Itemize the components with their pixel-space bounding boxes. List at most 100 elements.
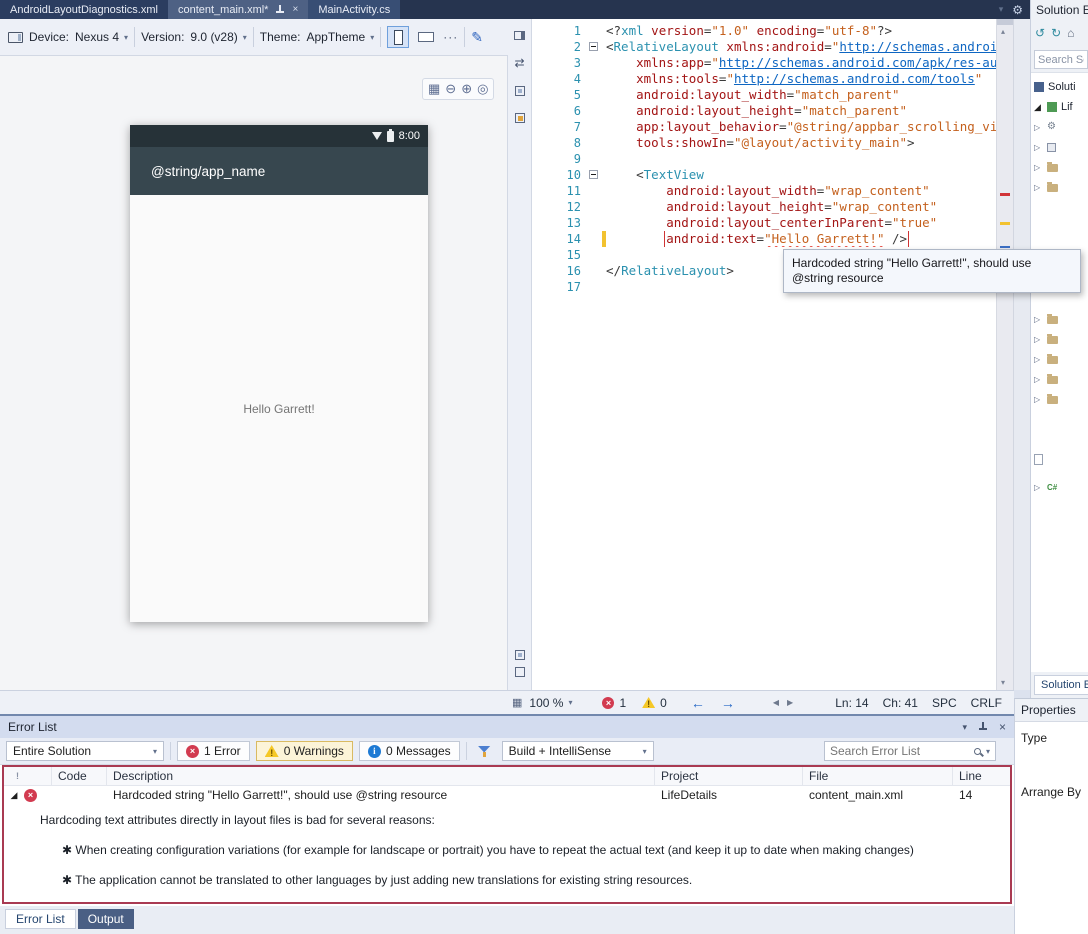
code-line[interactable]: 10 <TextView (532, 167, 996, 183)
single-view-icon[interactable] (515, 86, 525, 96)
splitter-grip[interactable] (997, 19, 1013, 25)
zoom-in-icon[interactable]: ⊕ (461, 81, 472, 97)
gear-icon[interactable]: ⚙ (1012, 3, 1023, 17)
expander-icon[interactable]: ▷ (1034, 395, 1043, 404)
tab-error-list[interactable]: Error List (5, 909, 76, 929)
previous-icon[interactable]: ◀ (773, 698, 779, 707)
version-dropdown[interactable]: 9.0 (v28) ▾ (190, 30, 246, 44)
phone-preview[interactable]: 8:00 @string/app_name Hello Garrett! (130, 125, 428, 622)
collapse-pane-icon[interactable] (515, 650, 525, 660)
tree-item[interactable]: ▷ (1034, 371, 1058, 387)
code-line[interactable]: 11 android:layout_width="wrap_content" (532, 183, 996, 199)
next-icon[interactable]: ▶ (787, 698, 793, 707)
code-line[interactable]: 13 android:layout_centerInParent="true" (532, 215, 996, 231)
error-list-title-bar[interactable]: Error List ▾ × (0, 716, 1014, 738)
pin-icon[interactable] (275, 5, 285, 15)
tree-item[interactable] (1034, 451, 1043, 467)
tab-androidlayoutdiagnostics-xml[interactable]: AndroidLayoutDiagnostics.xml (0, 0, 168, 19)
scroll-down-icon[interactable]: ▾ (1001, 678, 1005, 687)
chevron-down-icon[interactable]: ▾ (999, 4, 1004, 15)
home-icon[interactable]: ⌂ (1067, 26, 1074, 40)
error-list-search[interactable]: ▾ (824, 741, 996, 761)
tree-item[interactable]: ▷ (1034, 391, 1058, 407)
tree-item-solution[interactable]: Soluti (1034, 79, 1076, 95)
tree-item[interactable]: ▷ (1034, 331, 1058, 347)
tree-item[interactable]: ▷ (1034, 351, 1058, 367)
code-line[interactable]: 14 android:text="Hello Garrett!" /> (532, 231, 996, 247)
expander-icon[interactable]: ▷ (1034, 375, 1043, 384)
errors-filter-button[interactable]: 1 Error (177, 741, 250, 761)
code-line[interactable]: 7 app:layout_behavior="@string/appbar_sc… (532, 119, 996, 135)
properties-title[interactable]: Properties (1015, 699, 1088, 721)
error-list-search-input[interactable] (830, 744, 969, 758)
solution-explorer-title[interactable]: Solution Ex (1031, 0, 1088, 19)
expander-icon[interactable]: ▷ (1034, 483, 1043, 492)
close-icon[interactable]: × (292, 5, 298, 15)
collapse-expander-icon[interactable]: ◢ (4, 790, 24, 801)
swap-panes-icon[interactable]: ⇄ (514, 57, 524, 69)
expander-icon[interactable]: ▷ (1034, 355, 1043, 364)
tab-mainactivity-cs[interactable]: MainActivity.cs (308, 0, 400, 19)
tree-item[interactable]: ▷⚙ (1034, 119, 1056, 135)
navigate-back-icon[interactable]: ← (691, 695, 705, 711)
landscape-orientation-button[interactable] (418, 32, 434, 42)
expander-icon[interactable]: ◢ (1034, 102, 1043, 113)
description-column-header[interactable]: Description (107, 767, 655, 785)
code-column-header[interactable]: Code (52, 767, 107, 785)
actual-size-icon[interactable]: ◎ (477, 81, 488, 97)
designer-surface[interactable]: ▦ ⊖ ⊕ ◎ 8:00 @string/app_name Hello Garr… (0, 56, 508, 690)
device-dropdown[interactable]: Nexus 4 ▾ (75, 30, 128, 44)
close-icon[interactable]: × (999, 720, 1006, 734)
file-column-header[interactable]: File (803, 767, 953, 785)
expander-icon[interactable]: ▷ (1034, 335, 1043, 344)
panel-splitter[interactable] (1013, 19, 1030, 690)
code-line[interactable]: 9 (532, 151, 996, 167)
severity-column-header[interactable]: ! (4, 767, 52, 785)
pin-icon[interactable] (978, 722, 988, 732)
theme-dropdown[interactable]: AppTheme ▾ (306, 30, 374, 44)
code-line[interactable]: 5 android:layout_width="match_parent" (532, 87, 996, 103)
grid-icon[interactable]: ▦ (512, 696, 522, 709)
project-column-header[interactable]: Project (655, 767, 803, 785)
spaces-indicator[interactable]: SPC (932, 696, 957, 710)
navigate-forward-icon[interactable]: → (721, 695, 735, 711)
source-filter-dropdown[interactable]: Build + IntelliSense ▾ (502, 741, 654, 761)
code-line[interactable]: 2<RelativeLayout xmlns:android="http://s… (532, 39, 996, 55)
error-row[interactable]: ◢ Hardcoded string "Hello Garrett!", sho… (4, 786, 1010, 804)
edit-pencil-icon[interactable]: ✎ (471, 29, 483, 46)
code-line[interactable]: 6 android:layout_height="match_parent" (532, 103, 996, 119)
expander-icon[interactable]: ▷ (1034, 143, 1043, 152)
zoom-level-dropdown[interactable]: 100 % ▾ (529, 696, 572, 710)
expander-icon[interactable]: ▷ (1034, 123, 1043, 132)
expand-pane-icon[interactable] (515, 667, 525, 677)
fold-toggle-icon[interactable] (589, 170, 598, 179)
window-position-icon[interactable]: ▾ (962, 722, 967, 733)
zoom-out-icon[interactable]: ⊖ (445, 81, 456, 97)
tree-item[interactable]: ▷ (1034, 159, 1058, 175)
line-column-header[interactable]: Line (953, 767, 1010, 785)
solution-search-input[interactable] (1034, 50, 1088, 69)
scroll-up-icon[interactable]: ▴ (1001, 27, 1005, 36)
arrange-by-label[interactable]: Arrange By (1021, 785, 1088, 799)
tab-output[interactable]: Output (78, 909, 134, 929)
source-view-icon[interactable] (515, 113, 525, 123)
warnings-filter-button[interactable]: 0 Warnings (256, 741, 353, 761)
code-editor[interactable]: 1<?xml version="1.0" encoding="utf-8"?>2… (532, 19, 996, 690)
tree-item[interactable]: ▷ (1034, 479, 1057, 495)
fit-page-icon[interactable]: ▦ (428, 81, 440, 97)
expander-icon[interactable]: ▷ (1034, 163, 1043, 172)
back-circle-icon[interactable]: ↺ (1035, 26, 1045, 40)
tab-content-main-xml[interactable]: content_main.xml* × (168, 0, 308, 19)
code-line[interactable]: 4 xmlns:tools="http://schemas.android.co… (532, 71, 996, 87)
filter-icon[interactable] (478, 745, 491, 758)
scope-dropdown[interactable]: Entire Solution ▾ (6, 741, 164, 761)
dock-pane-icon[interactable] (514, 31, 525, 40)
chevron-down-icon[interactable]: ▾ (986, 747, 990, 756)
code-line[interactable]: 1<?xml version="1.0" encoding="utf-8"?> (532, 23, 996, 39)
line-ending-indicator[interactable]: CRLF (971, 696, 1002, 710)
messages-filter-button[interactable]: 0 Messages (359, 741, 460, 761)
tree-item[interactable]: ▷ (1034, 139, 1056, 155)
code-line[interactable]: 3 xmlns:app="http://schemas.android.com/… (532, 55, 996, 71)
tree-item-project[interactable]: ◢ Lif (1034, 99, 1073, 115)
search-icon[interactable] (974, 748, 981, 755)
